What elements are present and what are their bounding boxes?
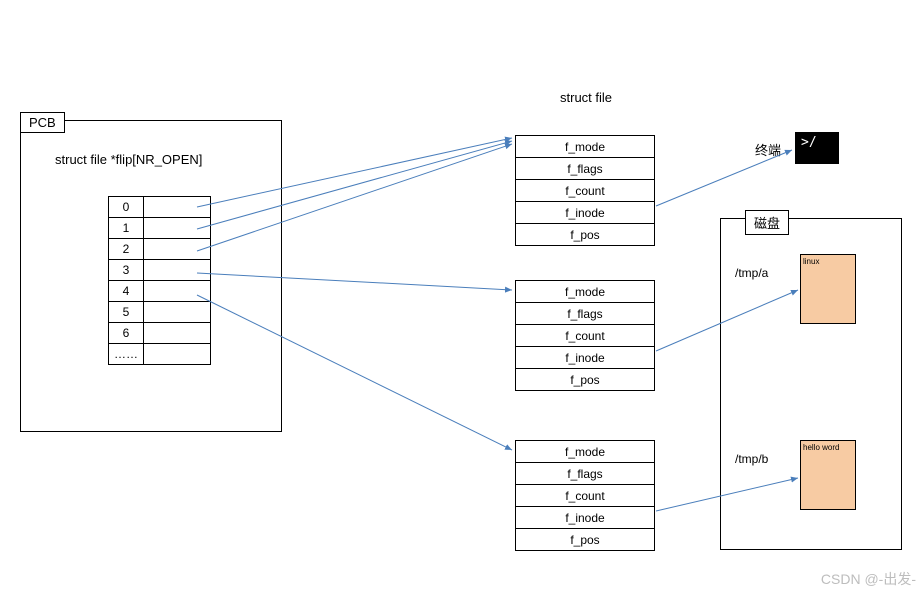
fd-index: ……: [109, 344, 144, 365]
sf-field: f_pos: [516, 369, 655, 391]
disk-file-a-content: linux: [803, 257, 819, 266]
fd-index: 4: [109, 281, 144, 302]
fd-slot: [144, 302, 211, 323]
terminal-box: >/: [795, 132, 839, 164]
disk-file-b-content: hello word: [803, 443, 839, 452]
terminal-label: 终端: [755, 140, 781, 159]
sf-field: f_mode: [516, 136, 655, 158]
fd-slot: [144, 260, 211, 281]
sf-field: f_pos: [516, 529, 655, 551]
sf-field: f_inode: [516, 507, 655, 529]
sf-field: f_count: [516, 325, 655, 347]
sf-field: f_count: [516, 485, 655, 507]
disk-tab: 磁盘: [745, 210, 789, 235]
sf-field: f_flags: [516, 463, 655, 485]
sf-field: f_mode: [516, 441, 655, 463]
fd-slot: [144, 323, 211, 344]
struct-file-header: struct file: [560, 90, 612, 105]
fd-index: 2: [109, 239, 144, 260]
sf-field: f_flags: [516, 158, 655, 180]
struct-file-3: f_mode f_flags f_count f_inode f_pos: [515, 440, 655, 551]
fd-slot: [144, 344, 211, 365]
sf-field: f_inode: [516, 202, 655, 224]
struct-file-2: f_mode f_flags f_count f_inode f_pos: [515, 280, 655, 391]
disk-file-a: linux: [800, 254, 856, 324]
pcb-caption: struct file *flip[NR_OPEN]: [55, 152, 202, 167]
struct-file-1: f_mode f_flags f_count f_inode f_pos: [515, 135, 655, 246]
pcb-tab-label: PCB: [29, 115, 56, 130]
fd-table: 0 1 2 3 4 5 6 ……: [108, 196, 211, 365]
sf-field: f_count: [516, 180, 655, 202]
fd-index: 0: [109, 197, 144, 218]
fd-slot: [144, 197, 211, 218]
disk-file-path-b: /tmp/b: [735, 452, 768, 466]
terminal-prompt: >/: [801, 135, 817, 150]
watermark: CSDN @-出发-: [821, 569, 916, 589]
fd-slot: [144, 281, 211, 302]
disk-file-b: hello word: [800, 440, 856, 510]
pcb-tab: PCB: [20, 112, 65, 133]
disk-tab-label: 磁盘: [754, 216, 780, 231]
disk-file-path-a: /tmp/a: [735, 266, 768, 280]
fd-slot: [144, 239, 211, 260]
sf-field: f_pos: [516, 224, 655, 246]
fd-slot: [144, 218, 211, 239]
fd-index: 3: [109, 260, 144, 281]
fd-index: 6: [109, 323, 144, 344]
sf-field: f_flags: [516, 303, 655, 325]
fd-index: 5: [109, 302, 144, 323]
sf-field: f_mode: [516, 281, 655, 303]
fd-index: 1: [109, 218, 144, 239]
sf-field: f_inode: [516, 347, 655, 369]
